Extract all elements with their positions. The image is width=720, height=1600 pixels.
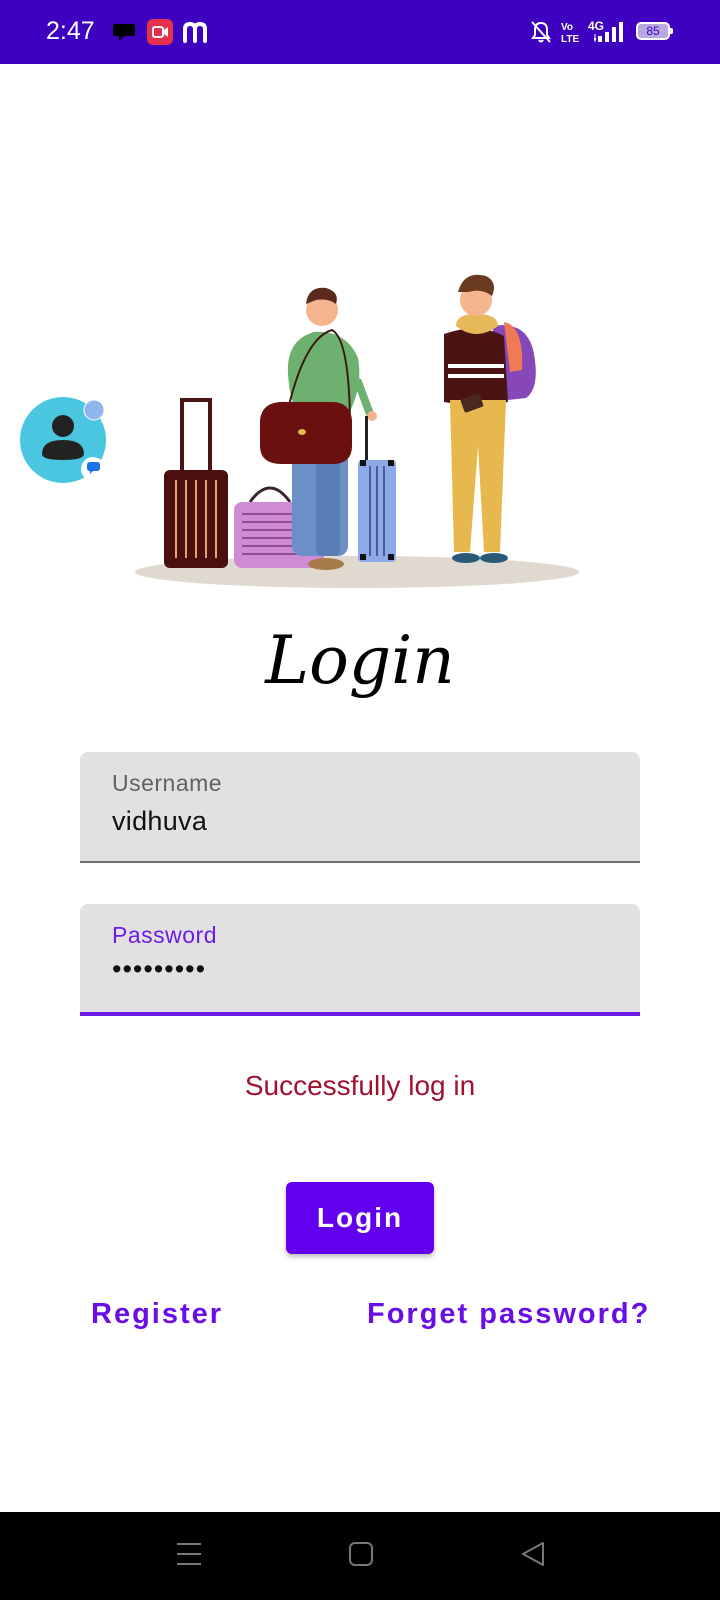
- svg-text:LTE: LTE: [561, 34, 579, 44]
- status-time: 2:47: [46, 17, 95, 45]
- battery-level: 85: [646, 24, 660, 38]
- menu-icon[interactable]: [176, 1540, 202, 1568]
- navigation-bar: [0, 1512, 720, 1600]
- travelers-illustration: [135, 274, 579, 588]
- svg-text:Vo: Vo: [561, 22, 573, 33]
- status-message: Successfully log in: [244, 1070, 476, 1101]
- back-triangle-icon[interactable]: [520, 1540, 546, 1568]
- forgot-password-link[interactable]: Forget password?: [367, 1298, 650, 1331]
- screen-record-icon: [147, 19, 173, 45]
- home-square-icon[interactable]: [348, 1540, 374, 1568]
- password-label: Password: [112, 922, 217, 948]
- password-field[interactable]: Password •••••••••: [80, 904, 640, 1016]
- page-title: Login: [265, 622, 455, 699]
- register-link[interactable]: Register: [91, 1298, 223, 1331]
- m-app-icon: [183, 21, 207, 43]
- status-bar: 2:47 Vo LTE 4G 85: [0, 0, 720, 64]
- battery-icon: 85: [636, 22, 673, 40]
- chat-head-avatar-icon[interactable]: [20, 396, 108, 484]
- login-button[interactable]: Login: [286, 1182, 434, 1254]
- volte-icon: Vo LTE: [561, 22, 579, 44]
- username-field[interactable]: Username vidhuva: [80, 752, 640, 863]
- chat-bubble-icon: [113, 24, 135, 41]
- bell-off-icon: [531, 21, 551, 43]
- signal-icon: [594, 22, 623, 43]
- username-input[interactable]: vidhuva: [112, 806, 207, 837]
- username-label: Username: [112, 770, 223, 796]
- password-input[interactable]: •••••••••: [112, 954, 206, 985]
